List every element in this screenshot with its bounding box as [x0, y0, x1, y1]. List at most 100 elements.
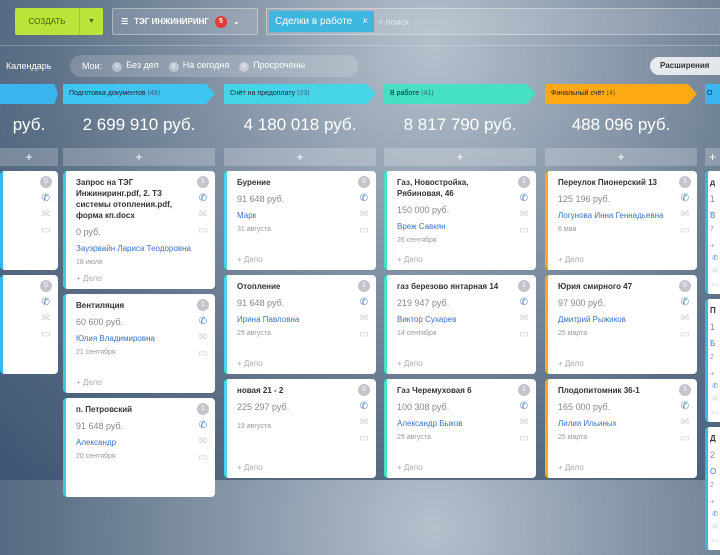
filter-today[interactable]: 0 На сегодня	[168, 60, 229, 72]
add-activity-link[interactable]: +	[710, 489, 720, 506]
column-header[interactable]: О	[705, 84, 720, 104]
contact-link[interactable]: Марк	[237, 210, 352, 221]
add-activity-link[interactable]: + Дело	[558, 247, 673, 264]
calendar-link[interactable]: Календарь	[6, 61, 51, 71]
deal-title[interactable]: газ березово янтарная 14	[397, 281, 512, 292]
contact-link[interactable]: Юлия Владимировна	[76, 333, 191, 344]
extensions-button[interactable]: Расширения	[650, 57, 720, 75]
chat-icon[interactable]: ▭	[359, 329, 368, 340]
add-deal-button[interactable]: +	[63, 148, 215, 166]
phone-icon[interactable]: ✆	[42, 193, 50, 204]
column-header[interactable]: В работе (41)	[384, 84, 536, 104]
deal-card[interactable]: Плодопитомник 36-1 165 000 руб. Лилия Ил…	[545, 379, 697, 478]
deal-card[interactable]: Газ Черемуховая 6 100 308 руб. Александр…	[384, 379, 536, 478]
phone-icon[interactable]: ✆	[360, 193, 368, 204]
pipeline-filter-button[interactable]: ☰ ТЭГ ИНЖИНИРИНГ 5 ⌄	[112, 8, 258, 35]
phone-icon[interactable]: ✆	[199, 420, 207, 431]
add-activity-link[interactable]	[76, 483, 191, 491]
phone-icon[interactable]: ✆	[42, 297, 50, 308]
phone-icon[interactable]: ✆	[360, 401, 368, 412]
deal-title[interactable]: Юрия смирного 47	[558, 281, 673, 292]
mail-icon[interactable]: ✉	[520, 313, 528, 324]
chat-icon[interactable]: ▭	[198, 225, 207, 236]
deal-card[interactable]: газ березово янтарная 14 219 947 руб. Ви…	[384, 275, 536, 374]
mail-icon[interactable]: ✉	[199, 332, 207, 343]
mail-icon[interactable]: ✉	[360, 313, 368, 324]
chat-icon[interactable]: ▭	[41, 225, 50, 236]
chat-icon[interactable]: ▭	[519, 433, 528, 444]
mail-icon[interactable]: ✉	[681, 417, 689, 428]
mail-icon[interactable]: ✉	[712, 395, 718, 403]
contact-link[interactable]: Зауэрвайн Лариса Теодоровна	[76, 243, 191, 254]
add-activity-link[interactable]: + Дело	[237, 455, 352, 472]
mail-icon[interactable]: ✉	[199, 209, 207, 220]
deal-title[interactable]: Газ Черемуховая 6	[397, 385, 512, 396]
column-header[interactable]	[0, 84, 58, 104]
add-activity-link[interactable]: + Дело	[76, 370, 191, 387]
phone-icon[interactable]: ✆	[712, 254, 718, 262]
phone-icon[interactable]: ✆	[712, 382, 718, 390]
search-filter-tag[interactable]: Сделки в работе ×	[269, 11, 375, 32]
mail-icon[interactable]: ✉	[520, 209, 528, 220]
add-activity-link[interactable]: + Дело	[397, 351, 512, 368]
phone-icon[interactable]: ✆	[712, 510, 718, 518]
chat-icon[interactable]: ▭	[198, 348, 207, 359]
chat-icon[interactable]: ▭	[712, 408, 719, 416]
contact-link[interactable]: Лилия Ильиных	[558, 418, 673, 429]
deal-title[interactable]: Д	[710, 433, 720, 444]
mail-icon[interactable]: ✉	[42, 313, 50, 324]
deal-card[interactable]: новая 21 - 2 225 297 руб. 19 августа + Д…	[224, 379, 376, 478]
add-activity-link[interactable]: + Дело	[397, 247, 512, 264]
mail-icon[interactable]: ✉	[712, 267, 718, 275]
add-deal-button[interactable]: +	[224, 148, 376, 166]
chat-icon[interactable]: ▭	[359, 225, 368, 236]
deal-title[interactable]: д	[710, 177, 720, 188]
chat-icon[interactable]: ▭	[519, 225, 528, 236]
mail-icon[interactable]: ✉	[712, 523, 718, 531]
deal-card[interactable]: 0 ✆ ✉ ▭	[0, 275, 58, 374]
chat-icon[interactable]: ▭	[198, 452, 207, 463]
mail-icon[interactable]: ✉	[520, 417, 528, 428]
deal-card[interactable]: п. Петровский 91 648 руб. Александр 20 с…	[63, 398, 215, 497]
phone-icon[interactable]: ✆	[681, 297, 689, 308]
deal-card[interactable]: Газ, Новостройка, Рябиновая, 46 150 000 …	[384, 171, 536, 270]
deal-card[interactable]: Запрос на ТЭГ Инжиниринг.pdf, 2. ТЗ сист…	[63, 171, 215, 289]
contact-link[interactable]: Александр Быков	[397, 418, 512, 429]
chat-icon[interactable]: ▭	[680, 433, 689, 444]
add-activity-link[interactable]: + Дело	[558, 351, 673, 368]
deal-card[interactable]: Переулок Пионерский 13 125 196 руб. Логу…	[545, 171, 697, 270]
phone-icon[interactable]: ✆	[681, 193, 689, 204]
filter-overdue[interactable]: 0 Просрочены	[239, 60, 305, 72]
add-activity-link[interactable]: +	[710, 361, 720, 378]
phone-icon[interactable]: ✆	[360, 297, 368, 308]
close-icon[interactable]: ×	[362, 16, 368, 27]
chat-icon[interactable]: ▭	[359, 433, 368, 444]
add-activity-link[interactable]	[13, 360, 34, 368]
deal-title[interactable]: Газ, Новостройка, Рябиновая, 46	[397, 177, 512, 199]
add-activity-link[interactable]: + Дело	[76, 266, 191, 283]
deal-card[interactable]: Бурение 91 648 руб. Марк 31 августа + Де…	[224, 171, 376, 270]
add-deal-button[interactable]: +	[705, 148, 720, 166]
deal-title[interactable]: Переулок Пионерский 13	[558, 177, 673, 188]
deal-title[interactable]: Отопление	[237, 281, 352, 292]
deal-title[interactable]: П	[710, 305, 720, 316]
chat-icon[interactable]: ▭	[712, 536, 719, 544]
deal-title[interactable]: Запрос на ТЭГ Инжиниринг.pdf, 2. ТЗ сист…	[76, 177, 191, 221]
chat-icon[interactable]: ▭	[41, 329, 50, 340]
add-activity-link[interactable]: + Дело	[237, 351, 352, 368]
mail-icon[interactable]: ✉	[360, 417, 368, 428]
column-header[interactable]: Счёт на предоплату (23)	[224, 84, 376, 104]
add-deal-button[interactable]: +	[384, 148, 536, 166]
phone-icon[interactable]: ✆	[520, 193, 528, 204]
mail-icon[interactable]: ✉	[681, 209, 689, 220]
mail-icon[interactable]: ✉	[42, 209, 50, 220]
contact-link[interactable]: Вреж Савкян	[397, 221, 512, 232]
deal-card[interactable]: Отопление 91 648 руб. Ирина Павловна 29 …	[224, 275, 376, 374]
deal-card[interactable]: Вентиляция 60 600 руб. Юлия Владимировна…	[63, 294, 215, 393]
deal-title[interactable]: Бурение	[237, 177, 352, 188]
deal-card[interactable]: 0 ✆ ✉ ▭	[0, 171, 58, 270]
chat-icon[interactable]: ▭	[680, 225, 689, 236]
contact-link[interactable]: В	[710, 210, 720, 221]
add-deal-button[interactable]: +	[545, 148, 697, 166]
add-activity-link[interactable]: +	[710, 233, 720, 250]
